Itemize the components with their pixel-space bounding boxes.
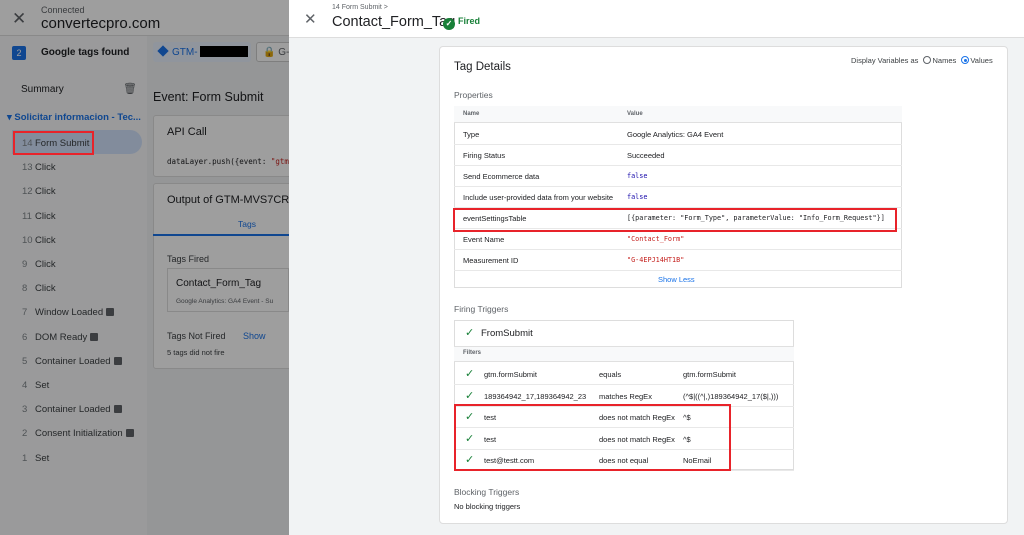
column-header-name: Name [463,111,480,117]
check-icon: ✓ [465,327,475,339]
filters-label: Filters [463,350,482,356]
property-name: Type [463,130,480,139]
property-name: Firing Status [463,151,506,160]
trigger-name: FromSubmit [481,328,533,339]
show-less-button[interactable]: Show Less [658,275,695,284]
property-name: Measurement ID [463,256,519,265]
column-header-value: Value [627,111,643,117]
highlight-box-event-settings [453,208,897,232]
property-name: Event Name [463,235,505,244]
filter-operator: matches RegEx [599,391,652,401]
names-radio[interactable] [923,56,932,64]
property-value: Succeeded [627,151,665,160]
breadcrumb[interactable]: 14 Form Submit > [332,4,388,11]
values-radio-label[interactable]: Values [970,56,992,65]
filter-value: (^$|((^|,)189364942_17($|,))) [683,391,779,401]
filter-variable: 189364942_17,189364942_23 [484,391,587,401]
background-view: ✕ Connected convertecpro.com 2 Google ta… [0,0,289,535]
modal-scrim[interactable] [0,0,289,535]
property-name: Send Ecommerce data [463,172,540,181]
highlight-box-filters [454,404,731,471]
no-blocking-triggers: No blocking triggers [454,502,521,511]
properties-label: Properties [454,90,493,100]
status-badge: ✓ Fired [443,16,480,30]
property-name: Include user-provided data from your web… [463,193,614,202]
property-value: false [627,193,648,201]
property-value: Google Analytics: GA4 Event [627,130,724,139]
property-value: "Contact_Form" [627,235,685,243]
close-panel-icon[interactable]: ✕ [304,10,317,28]
names-radio-label[interactable]: Names [932,56,956,65]
property-value: "G-4EPJ14HT1B" [627,256,685,264]
filter-value: gtm.formSubmit [683,370,736,379]
properties-table-header [454,106,902,123]
tag-title: Contact_Form_Tag [332,14,456,30]
check-icon: ✓ [465,389,475,402]
status-label: Fired [458,16,481,26]
values-radio[interactable] [961,56,970,64]
filter-variable: gtm.formSubmit [484,370,537,379]
tag-details-title: Tag Details [454,61,511,73]
check-icon: ✓ [465,368,475,380]
firing-triggers-label: Firing Triggers [454,304,509,314]
highlight-box-form-submit [13,131,94,155]
check-circle-icon: ✓ [443,18,455,30]
property-row [454,145,902,166]
property-value: false [627,172,648,180]
filter-operator: equals [599,370,622,379]
display-variables-toggle: Display Variables as Names Values [851,56,993,65]
blocking-triggers-label: Blocking Triggers [454,487,520,497]
filters-header [454,346,794,362]
display-vars-label: Display Variables as [851,56,919,65]
